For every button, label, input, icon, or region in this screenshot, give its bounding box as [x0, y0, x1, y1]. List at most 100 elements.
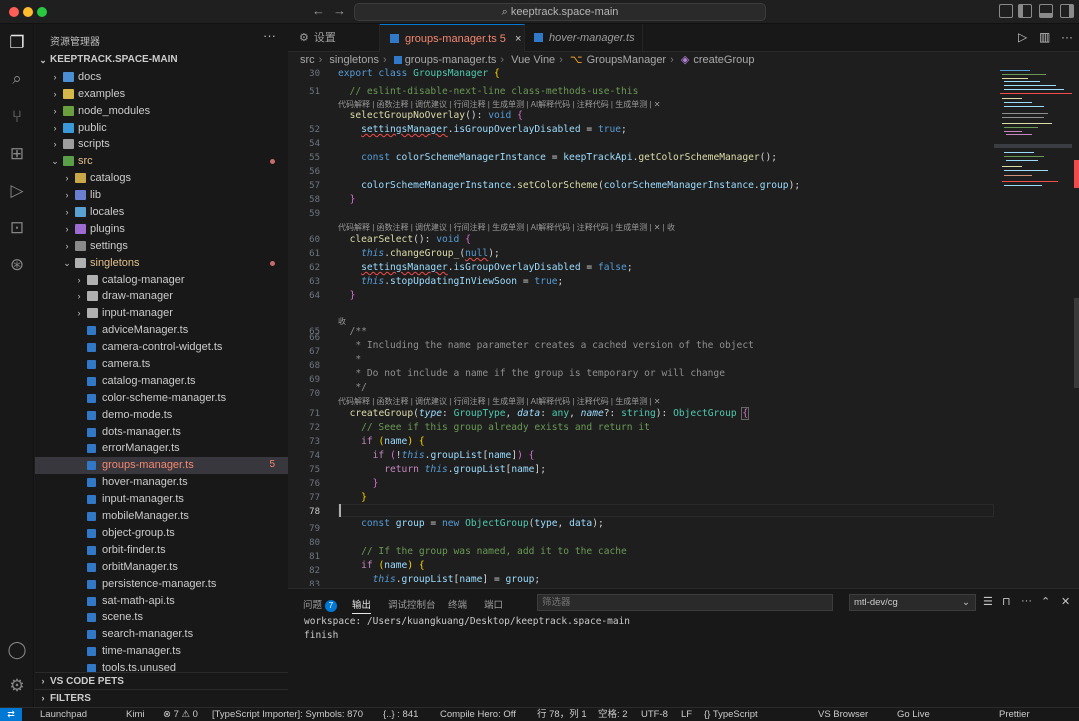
folder-node-modules[interactable]: › node_modules — [35, 103, 288, 120]
editor-scrollbar[interactable] — [1072, 68, 1079, 586]
toggle-panel-icon[interactable] — [1039, 4, 1053, 18]
file-camera-ts[interactable]: camera.ts — [35, 356, 288, 373]
file-errormanager-ts[interactable]: errorManager.ts — [35, 440, 288, 457]
code-editor[interactable]: 30 export class GroupsManager { 51 // es… — [288, 68, 994, 586]
output-filter-input[interactable] — [537, 594, 833, 611]
settings-gear-icon[interactable]: ⚙ — [6, 675, 28, 697]
status-kimi[interactable]: Kimi — [126, 708, 144, 721]
minimap[interactable] — [994, 68, 1072, 586]
status-cursor-position[interactable]: 行 78，列 1 — [537, 708, 587, 721]
extensions-icon[interactable]: ⊞ — [6, 143, 28, 165]
remote-explorer-icon[interactable]: ⊡ — [6, 217, 28, 239]
status-go-live[interactable]: Go Live — [897, 708, 930, 721]
folder-plugins[interactable]: › plugins — [35, 221, 288, 238]
maximize-window-button[interactable] — [37, 7, 47, 17]
panel-tab-problems[interactable]: 问题 7 — [303, 597, 338, 612]
split-editor-icon[interactable]: ▥ — [1039, 30, 1050, 44]
folder-catalog-manager[interactable]: › catalog-manager — [35, 272, 288, 289]
output-channel-select[interactable]: mtl-dev/cg ⌄ — [849, 594, 976, 611]
folder-singletons[interactable]: ⌄ singletons — [35, 255, 288, 272]
breadcrumb-file[interactable]: groups-manager.ts — [405, 54, 497, 66]
status-eol[interactable]: LF — [681, 708, 692, 721]
folder-locales[interactable]: › locales — [35, 204, 288, 221]
folder-settings[interactable]: › settings — [35, 238, 288, 255]
panel-tab-debug-console[interactable]: 调试控制台 — [388, 597, 436, 611]
lock-scroll-icon[interactable]: ⊓ — [1002, 595, 1011, 608]
status-compile-hero[interactable]: Compile Hero: Off — [440, 708, 516, 721]
breadcrumb-src[interactable]: src — [300, 54, 315, 66]
more-actions-icon[interactable]: ··· — [1061, 30, 1073, 44]
folder-lib[interactable]: › lib — [35, 187, 288, 204]
file-orbit-finder-ts[interactable]: orbit-finder.ts — [35, 542, 288, 559]
status-prettier[interactable]: Prettier — [999, 708, 1030, 721]
run-debug-icon[interactable]: ▷ — [6, 180, 28, 202]
folder-public[interactable]: › public — [35, 120, 288, 137]
command-center-search[interactable]: ⌕ keeptrack.space-main — [354, 3, 766, 21]
customize-layout-icon[interactable] — [999, 4, 1013, 18]
file-scene-ts[interactable]: scene.ts — [35, 609, 288, 626]
file-time-manager-ts[interactable]: time-manager.ts — [35, 643, 288, 660]
status-launchpad[interactable]: Launchpad — [40, 708, 87, 721]
status-symbols[interactable]: {..} : 841 — [383, 708, 418, 721]
code-lens-actions[interactable]: 代码解释 | 函数注释 | 调优建议 | 行间注释 | 生成单测 | AI解释代… — [338, 222, 675, 233]
status-encoding[interactable]: UTF-8 — [641, 708, 668, 721]
folder-catalogs[interactable]: › catalogs — [35, 170, 288, 187]
more-actions-icon[interactable]: ··· — [1021, 595, 1032, 607]
search-icon[interactable]: ⌕ — [6, 68, 28, 90]
panel-tab-output[interactable]: 输出 — [352, 597, 372, 614]
close-window-button[interactable] — [9, 7, 19, 17]
workspace-root[interactable]: ⌄ KEEPTRACK.SPACE-MAIN — [35, 52, 288, 69]
status-problems[interactable]: ⊗ 7 ⚠ 0 — [163, 708, 198, 721]
file-input-manager-ts[interactable]: input-manager.ts — [35, 491, 288, 508]
section-vs-code-pets[interactable]: › VS CODE PETS — [35, 672, 288, 689]
breadcrumb-class[interactable]: GroupsManager — [587, 54, 667, 66]
clear-output-icon[interactable]: ☰ — [983, 595, 993, 608]
file-groups-manager-ts[interactable]: groups-manager.ts 5 — [35, 457, 288, 475]
remote-indicator-icon[interactable]: ⇄ — [0, 708, 22, 721]
file-color-scheme-manager-ts[interactable]: color-scheme-manager.ts — [35, 390, 288, 407]
forward-arrow-icon[interactable]: → — [333, 3, 346, 18]
breadcrumb-singletons[interactable]: singletons — [329, 54, 379, 66]
toggle-sidebar-icon[interactable] — [1018, 4, 1032, 18]
folder-draw-manager[interactable]: › draw-manager — [35, 288, 288, 305]
breadcrumb-method[interactable]: createGroup — [693, 54, 754, 66]
code-lens-actions[interactable]: 代码解释 | 函数注释 | 调优建议 | 行间注释 | 生成单测 | AI解释代… — [338, 99, 660, 110]
folder-scripts[interactable]: › scripts — [35, 136, 288, 153]
file-catalog-manager-ts[interactable]: catalog-manager.ts — [35, 373, 288, 390]
file-search-manager-ts[interactable]: search-manager.ts — [35, 626, 288, 643]
run-icon[interactable]: ▷ — [1018, 30, 1027, 44]
status-language[interactable]: {} TypeScript — [704, 708, 758, 721]
tab-hover-manager[interactable]: hover-manager.ts — [525, 24, 643, 52]
explorer-icon[interactable]: ❐ — [6, 32, 28, 54]
code-lens-actions[interactable]: 代码解释 | 函数注释 | 调优建议 | 行间注释 | 生成单测 | AI解释代… — [338, 396, 660, 407]
file-orbitmanager-ts[interactable]: orbitManager.ts — [35, 559, 288, 576]
file-dots-manager-ts[interactable]: dots-manager.ts — [35, 424, 288, 441]
section-filters[interactable]: › FILTERS — [35, 689, 288, 706]
folder-examples[interactable]: › examples — [35, 86, 288, 103]
minimize-window-button[interactable] — [23, 7, 33, 17]
source-control-icon[interactable]: ⑂ — [6, 106, 28, 128]
close-panel-icon[interactable]: ✕ — [1061, 595, 1070, 608]
file-sat-math-api-ts[interactable]: sat-math-api.ts — [35, 593, 288, 610]
close-tab-icon[interactable]: × — [515, 33, 521, 45]
file-demo-mode-ts[interactable]: demo-mode.ts — [35, 407, 288, 424]
tab-groups-manager[interactable]: groups-manager.ts 5 × — [380, 24, 525, 52]
file-advicemanager-ts[interactable]: adviceManager.ts — [35, 322, 288, 339]
folder-input-manager[interactable]: › input-manager — [35, 305, 288, 322]
tab-settings[interactable]: ⚙ 设置 — [288, 24, 380, 52]
status-vs-browser[interactable]: VS Browser — [818, 708, 868, 721]
back-arrow-icon[interactable]: ← — [312, 3, 325, 18]
panel-tab-ports[interactable]: 端口 — [484, 597, 503, 611]
more-actions-icon[interactable]: ··· — [263, 28, 276, 43]
toggle-secondary-sidebar-icon[interactable] — [1060, 4, 1074, 18]
panel-tab-terminal[interactable]: 终端 — [448, 597, 467, 611]
file-camera-control-widget-ts[interactable]: camera-control-widget.ts — [35, 339, 288, 356]
file-hover-manager-ts[interactable]: hover-manager.ts — [35, 474, 288, 491]
account-icon[interactable]: ◯ — [6, 639, 28, 661]
git-graph-icon[interactable]: ⊛ — [6, 254, 28, 276]
folder-src[interactable]: ⌄ src — [35, 153, 288, 170]
status-indentation[interactable]: 空格: 2 — [598, 708, 628, 721]
maximize-panel-icon[interactable]: ⌃ — [1041, 595, 1050, 608]
status-ts-importer[interactable]: [TypeScript Importer]: Symbols: 870 — [212, 708, 363, 721]
folder-docs[interactable]: › docs — [35, 69, 288, 86]
